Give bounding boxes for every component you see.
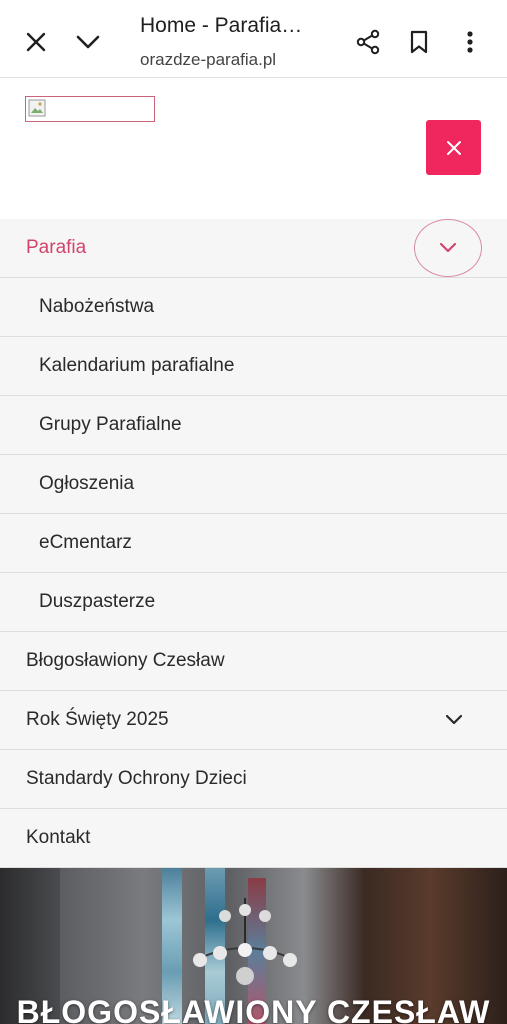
- page-url[interactable]: orazdze-parafia.pl: [140, 50, 340, 70]
- close-menu-button[interactable]: [426, 120, 481, 175]
- submenu-toggle[interactable]: [414, 219, 482, 277]
- chevron-down-icon: [445, 714, 463, 725]
- menu-item-grupy[interactable]: Grupy Parafialne: [0, 396, 507, 455]
- menu-item-ogloszenia[interactable]: Ogłoszenia: [0, 455, 507, 514]
- menu-item-label: Grupy Parafialne: [39, 414, 182, 435]
- site-logo[interactable]: [25, 96, 155, 122]
- menu-item-kontakt[interactable]: Kontakt: [0, 809, 507, 868]
- browser-toolbar: Home - Parafia… orazdze-parafia.pl: [0, 0, 507, 78]
- menu-item-label: Standardy Ochrony Dzieci: [26, 768, 247, 789]
- share-icon[interactable]: [350, 24, 386, 60]
- chevron-down-icon[interactable]: [70, 24, 106, 60]
- more-vert-icon[interactable]: [452, 24, 488, 60]
- hero-banner: BŁOGOSŁAWIONY CZESŁAW: [0, 868, 507, 1024]
- submenu-toggle[interactable]: [441, 707, 467, 733]
- menu-item-label: Kontakt: [26, 827, 91, 848]
- site-header: [0, 79, 507, 219]
- menu-item-kalendarium[interactable]: Kalendarium parafialne: [0, 337, 507, 396]
- menu-item-rok-swiety[interactable]: Rok Święty 2025: [0, 691, 507, 750]
- menu-item-duszpasterze[interactable]: Duszpasterze: [0, 573, 507, 632]
- mobile-nav-menu: Parafia Nabożeństwa Kalendarium parafial…: [0, 219, 507, 868]
- broken-image-icon: [28, 99, 46, 117]
- menu-item-parafia[interactable]: Parafia: [0, 219, 507, 278]
- menu-item-label: Parafia: [26, 237, 87, 258]
- menu-item-label: Ogłoszenia: [39, 473, 135, 494]
- menu-item-label: Nabożeństwa: [39, 296, 155, 317]
- menu-item-label: Rok Święty 2025: [26, 709, 169, 730]
- menu-item-label: Duszpasterze: [39, 591, 156, 612]
- menu-item-label: Błogosławiony Czesław: [26, 650, 225, 671]
- page-title[interactable]: Home - Parafia…: [140, 14, 340, 38]
- menu-item-label: Kalendarium parafialne: [39, 355, 235, 376]
- menu-item-blogoslawiony[interactable]: Błogosławiony Czesław: [0, 632, 507, 691]
- menu-item-standardy[interactable]: Standardy Ochrony Dzieci: [0, 750, 507, 809]
- bookmark-icon[interactable]: [401, 24, 437, 60]
- menu-item-ecmentarz[interactable]: eCmentarz: [0, 514, 507, 573]
- menu-item-nabozenstwa[interactable]: Nabożeństwa: [0, 278, 507, 337]
- chandelier-image: [193, 898, 297, 985]
- close-icon: [446, 140, 461, 155]
- hero-title: BŁOGOSŁAWIONY CZESŁAW: [16, 994, 491, 1024]
- close-icon[interactable]: [18, 24, 54, 60]
- menu-item-label: eCmentarz: [39, 532, 132, 553]
- chevron-down-icon: [439, 242, 457, 253]
